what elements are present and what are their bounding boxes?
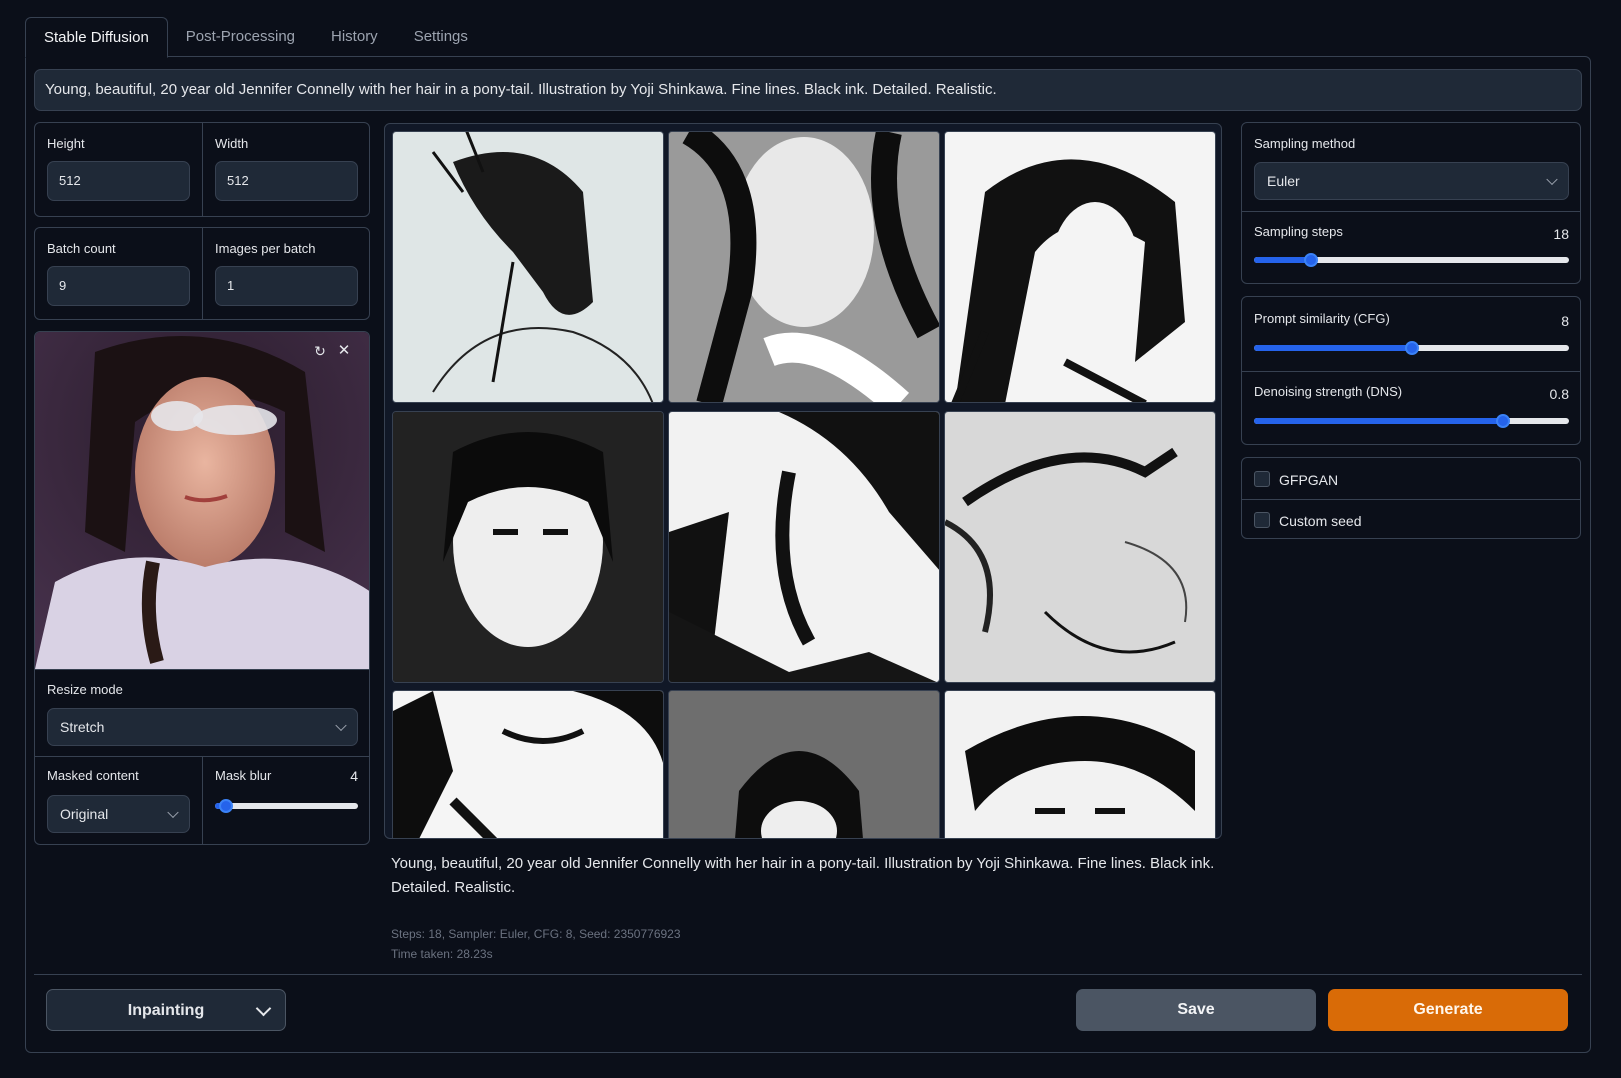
init-image-panel: ↻ ✕ Resize mode Stretch Masked content O… — [34, 331, 370, 845]
resize-mode-value: Stretch — [60, 719, 105, 735]
gfpgan-checkbox[interactable] — [1254, 471, 1270, 487]
images-per-batch-input[interactable]: 1 — [215, 266, 358, 306]
chevron-down-icon — [167, 806, 179, 819]
options-panel: GFPGAN Custom seed — [1241, 457, 1581, 539]
guidance-panel: Prompt similarity (CFG) 8 Denoising stre… — [1241, 296, 1581, 445]
gallery-image[interactable] — [668, 690, 940, 838]
dns-slider[interactable] — [1254, 413, 1569, 429]
sampling-method-select[interactable]: Euler — [1254, 162, 1569, 200]
width-input[interactable]: 512 — [215, 161, 358, 201]
mask-blur-label: Mask blur — [215, 768, 272, 783]
save-button[interactable]: Save — [1076, 989, 1316, 1031]
chevron-down-icon — [1546, 173, 1558, 186]
batch-panel: Batch count 9 Images per batch 1 — [34, 227, 370, 320]
cfg-slider[interactable] — [1254, 340, 1569, 356]
init-image[interactable] — [35, 332, 369, 669]
output-caption: Young, beautiful, 20 year old Jennifer C… — [391, 855, 1215, 896]
height-input[interactable]: 512 — [47, 161, 190, 201]
mask-blur-slider[interactable] — [215, 798, 358, 814]
prompt-input[interactable]: Young, beautiful, 20 year old Jennifer C… — [34, 69, 1582, 111]
refresh-icon[interactable]: ↻ — [311, 342, 329, 360]
gallery-image[interactable] — [668, 411, 940, 683]
custom-seed-checkbox[interactable] — [1254, 512, 1270, 528]
sampling-steps-slider[interactable] — [1254, 252, 1569, 268]
bottom-divider — [34, 974, 1582, 975]
mask-blur-value: 4 — [350, 768, 358, 784]
sampling-steps-value: 18 — [1553, 226, 1569, 242]
tab-post-processing[interactable]: Post-Processing — [168, 17, 313, 57]
sampling-panel: Sampling method Euler Sampling steps 18 — [1241, 122, 1581, 284]
cfg-value: 8 — [1561, 313, 1569, 329]
height-label: Height — [47, 136, 85, 151]
close-icon[interactable]: ✕ — [335, 342, 353, 360]
gallery-image[interactable] — [944, 690, 1216, 838]
resize-mode-label: Resize mode — [47, 682, 123, 697]
output-gallery — [384, 123, 1222, 839]
resize-mode-select[interactable]: Stretch — [47, 708, 358, 746]
masked-content-label: Masked content — [47, 768, 139, 783]
tab-bar: Stable Diffusion Post-Processing History… — [25, 17, 486, 58]
tab-history[interactable]: History — [313, 17, 396, 57]
custom-seed-label: Custom seed — [1279, 513, 1362, 529]
size-panel: Height 512 Width 512 — [34, 122, 370, 217]
generation-info: Steps: 18, Sampler: Euler, CFG: 8, Seed:… — [391, 924, 681, 964]
chevron-down-icon — [335, 719, 347, 732]
generate-button[interactable]: Generate — [1328, 989, 1568, 1031]
generation-params: Steps: 18, Sampler: Euler, CFG: 8, Seed:… — [391, 927, 681, 941]
mode-dropdown[interactable]: Inpainting — [46, 989, 286, 1031]
gallery-image[interactable] — [668, 131, 940, 403]
chevron-down-icon — [255, 1000, 272, 1017]
gallery-image[interactable] — [392, 411, 664, 683]
masked-content-value: Original — [60, 806, 109, 822]
sampling-method-label: Sampling method — [1254, 136, 1356, 151]
gallery-image[interactable] — [392, 690, 664, 838]
images-per-batch-label: Images per batch — [215, 241, 316, 256]
masked-content-select[interactable]: Original — [47, 795, 190, 833]
dns-label: Denoising strength (DNS) — [1254, 384, 1403, 399]
width-label: Width — [215, 136, 249, 151]
dns-value: 0.8 — [1549, 386, 1569, 402]
mode-dropdown-label: Inpainting — [127, 1002, 205, 1019]
time-taken: Time taken: 28.23s — [391, 947, 493, 961]
gfpgan-label: GFPGAN — [1279, 472, 1339, 488]
cfg-label: Prompt similarity (CFG) — [1254, 311, 1390, 326]
batch-count-label: Batch count — [47, 241, 116, 256]
sampling-steps-label: Sampling steps — [1254, 224, 1343, 239]
tab-stable-diffusion[interactable]: Stable Diffusion — [25, 17, 168, 58]
batch-count-input[interactable]: 9 — [47, 266, 190, 306]
tab-settings[interactable]: Settings — [396, 17, 486, 57]
gallery-image[interactable] — [944, 411, 1216, 683]
sampling-method-value: Euler — [1267, 173, 1300, 189]
gallery-image[interactable] — [392, 131, 664, 403]
gallery-image[interactable] — [944, 131, 1216, 403]
